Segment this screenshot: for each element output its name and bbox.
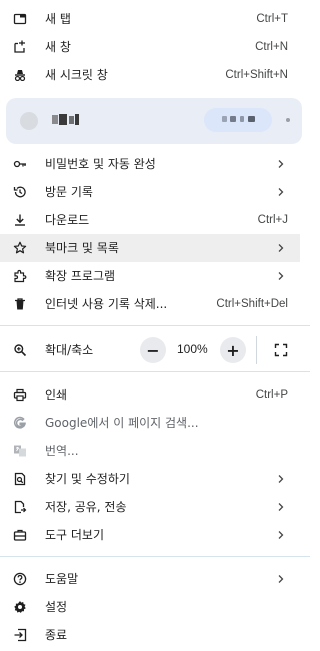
print-icon (13, 388, 27, 402)
menu-item-label: Google에서 이 페이지 검색... (45, 416, 199, 430)
menu-item-extensions[interactable]: 확장 프로그램 (0, 262, 300, 290)
menu-item-zoom: 확대/축소 − 100% + (0, 335, 300, 365)
shortcut-text: Ctrl+T (256, 13, 288, 25)
new-tab-icon (13, 12, 27, 26)
menu-item-label: 찾기 및 수정하기 (45, 472, 130, 486)
profile-card[interactable] (6, 98, 302, 144)
menu-item-new-tab[interactable]: 새 탭 Ctrl+T (0, 5, 300, 33)
google-icon (13, 416, 27, 430)
zoom-out-button[interactable]: − (140, 337, 166, 363)
chrome-main-menu: 새 탭 Ctrl+T 새 창 Ctrl+N 새 시크릿 창 Ctrl+Shift… (0, 0, 310, 651)
shortcut-text: Ctrl+J (257, 214, 288, 226)
chevron-right-icon (278, 272, 284, 280)
menu-item-label: 번역... (45, 444, 79, 458)
fullscreen-icon[interactable] (274, 343, 288, 357)
puzzle-icon (13, 269, 27, 283)
menu-item-find-edit[interactable]: 찾기 및 수정하기 (0, 465, 300, 493)
history-icon (13, 185, 27, 199)
menu-item-label: 저장, 공유, 전송 (45, 500, 127, 514)
zoom-icon (13, 343, 27, 357)
menu-item-label: 도움말 (45, 572, 79, 586)
find-icon (13, 472, 27, 486)
shortcut-text: Ctrl+Shift+N (225, 69, 288, 81)
gear-icon (13, 600, 27, 614)
chevron-right-icon (278, 160, 284, 168)
chevron-right-icon (278, 475, 284, 483)
star-icon (13, 241, 27, 255)
chevron-right-icon (278, 188, 284, 196)
menu-item-passwords[interactable]: 비밀번호 및 자동 완성 (0, 150, 300, 178)
menu-item-label: 방문 기록 (45, 185, 93, 199)
new-window-icon (13, 40, 27, 54)
menu-item-bookmarks[interactable]: 북마크 및 목록 (0, 234, 300, 262)
shortcut-text: Ctrl+P (255, 389, 288, 401)
menu-item-exit[interactable]: 종료 (0, 621, 300, 649)
avatar (20, 112, 38, 130)
menu-separator (0, 371, 310, 372)
menu-item-save-share[interactable]: 저장, 공유, 전송 (0, 493, 300, 521)
menu-item-label: 확대/축소 (45, 343, 94, 357)
menu-item-help[interactable]: 도움말 (0, 565, 300, 593)
menu-item-more-tools[interactable]: 도구 더보기 (0, 521, 300, 549)
chevron-right-icon (278, 531, 284, 539)
key-icon (13, 157, 27, 171)
shortcut-text: Ctrl+Shift+Del (216, 298, 288, 310)
chevron-right-icon (278, 503, 284, 511)
menu-item-label: 도구 더보기 (45, 528, 105, 542)
menu-item-new-incognito[interactable]: 새 시크릿 창 Ctrl+Shift+N (0, 61, 300, 81)
download-icon (13, 213, 27, 227)
zoom-level-value: 100% (177, 342, 208, 356)
profile-more-icon[interactable] (286, 118, 290, 122)
menu-item-label: 설정 (45, 600, 68, 614)
trash-icon (13, 297, 27, 311)
menu-item-label: 새 시크릿 창 (45, 68, 108, 81)
chevron-right-icon (278, 244, 284, 252)
menu-item-translate[interactable]: 번역... (0, 437, 300, 465)
chevron-right-icon (278, 575, 284, 583)
menu-item-label: 새 창 (45, 40, 71, 54)
zoom-in-button[interactable]: + (220, 337, 246, 363)
menu-item-downloads[interactable]: 다운로드 Ctrl+J (0, 206, 300, 234)
menu-item-label: 확장 프로그램 (45, 269, 116, 283)
help-icon (13, 572, 27, 586)
menu-item-history[interactable]: 방문 기록 (0, 178, 300, 206)
menu-item-label: 인쇄 (45, 388, 68, 402)
menu-item-google-search[interactable]: Google에서 이 페이지 검색... (0, 409, 300, 437)
menu-item-label: 인터넷 사용 기록 삭제... (45, 297, 168, 311)
menu-separator (0, 556, 310, 557)
menu-item-label: 새 탭 (45, 12, 71, 26)
exit-icon (13, 628, 27, 642)
profile-name-redacted (52, 112, 84, 128)
sync-status-pill[interactable] (204, 108, 272, 132)
translate-icon (13, 444, 27, 458)
toolbox-icon (13, 528, 27, 542)
menu-item-label: 종료 (45, 628, 68, 642)
menu-item-new-window[interactable]: 새 창 Ctrl+N (0, 33, 300, 61)
menu-item-print[interactable]: 인쇄 Ctrl+P (0, 381, 300, 409)
menu-item-label: 다운로드 (45, 213, 90, 227)
menu-item-clear-data[interactable]: 인터넷 사용 기록 삭제... Ctrl+Shift+Del (0, 290, 300, 318)
menu-item-label: 비밀번호 및 자동 완성 (45, 157, 156, 171)
zoom-divider (256, 336, 257, 364)
save-share-icon (13, 500, 27, 514)
shortcut-text: Ctrl+N (255, 41, 288, 53)
menu-item-settings[interactable]: 설정 (0, 593, 300, 621)
menu-separator (0, 325, 310, 326)
incognito-icon (13, 68, 27, 81)
menu-item-label: 북마크 및 목록 (45, 241, 119, 255)
